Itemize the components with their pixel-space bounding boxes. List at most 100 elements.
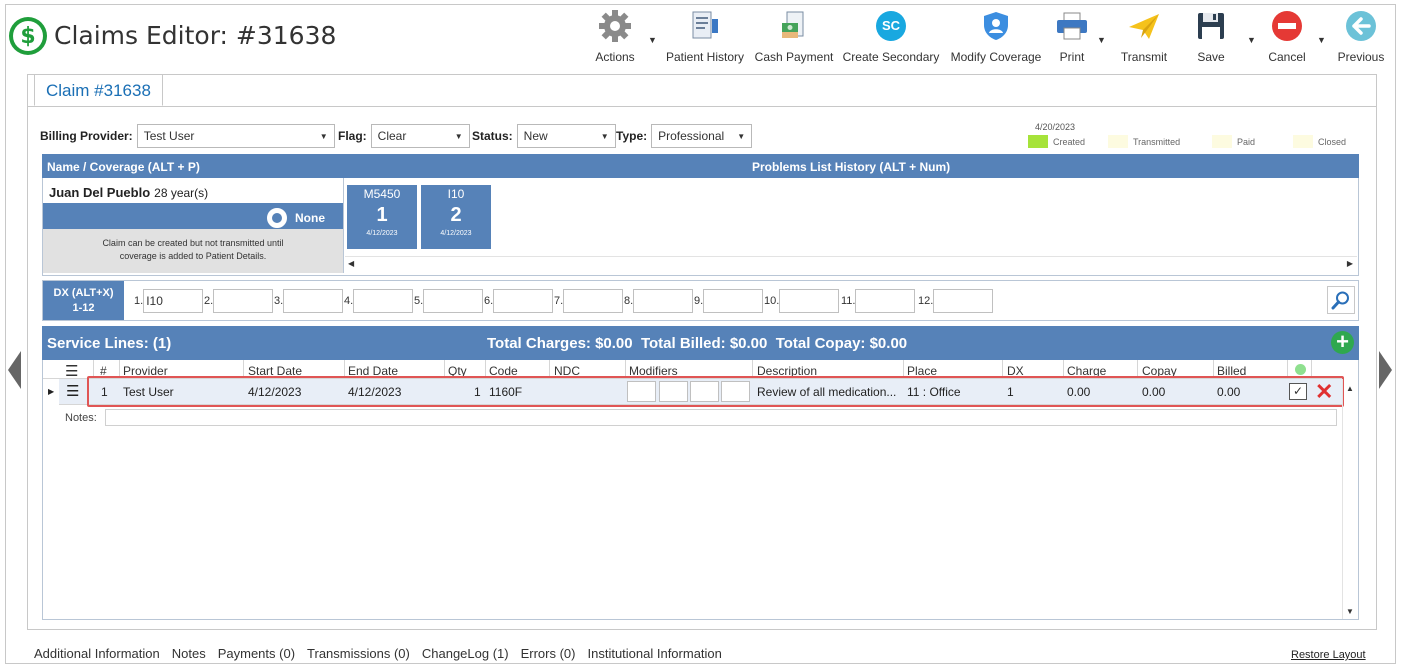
coverage-value: None — [295, 211, 325, 225]
chevron-down-icon: ▼ — [319, 131, 328, 141]
problems-scrollbar[interactable]: ◀ ▶ — [345, 256, 1357, 271]
scroll-down-icon[interactable]: ▼ — [1343, 607, 1357, 616]
legend-created: Created — [1028, 135, 1085, 148]
scroll-right-icon[interactable]: ▶ — [1347, 259, 1353, 268]
dx-field-10: 10. — [764, 289, 840, 313]
legend-swatch — [1293, 135, 1313, 148]
chevron-down-icon: ▼ — [600, 131, 609, 141]
dx-input[interactable] — [855, 289, 916, 313]
logo-glyph: $ — [13, 21, 43, 51]
dx-input[interactable] — [563, 289, 624, 313]
dx-number: 7. — [554, 295, 564, 307]
dx-input[interactable] — [423, 289, 484, 313]
tab-errors[interactable]: Errors (0) — [521, 646, 576, 661]
tab-notes[interactable]: Notes — [172, 646, 206, 661]
actions-dropdown-icon[interactable]: ▼ — [648, 35, 657, 45]
dx-input[interactable] — [933, 289, 994, 313]
legend-label: Paid — [1237, 136, 1256, 147]
tab-payments[interactable]: Payments (0) — [218, 646, 295, 661]
patient-problems-header: Name / Coverage (ALT + P) Problems List … — [42, 154, 1359, 178]
cancel-dropdown-icon[interactable]: ▼ — [1317, 35, 1326, 45]
row-menu-icon[interactable]: ☰ — [66, 382, 79, 400]
tab-additional-information[interactable]: Additional Information — [34, 646, 160, 661]
billing-provider-select[interactable]: Test User ▼ — [136, 124, 335, 148]
no-entry-icon — [1271, 7, 1303, 45]
dx-label-line2: 1-12 — [72, 302, 95, 314]
cancel-button[interactable]: Cancel — [1265, 7, 1309, 67]
grid-scrollbar[interactable]: ▲ ▼ — [1342, 379, 1358, 619]
arrow-left-circle-icon — [1345, 7, 1377, 45]
cash-payment-button[interactable]: Cash Payment — [755, 7, 833, 67]
create-secondary-label: Create Secondary — [842, 50, 940, 64]
patient-history-button[interactable]: Patient History — [664, 7, 746, 67]
dx-field-2: 2. — [204, 289, 274, 313]
previous-claim-arrow-icon[interactable] — [8, 351, 21, 389]
type-select[interactable]: Professional ▼ — [651, 124, 753, 148]
legend-swatch — [1108, 135, 1128, 148]
menu-icon[interactable]: ☰ — [65, 362, 78, 380]
problem-code: I10 — [447, 187, 465, 201]
dx-input[interactable] — [703, 289, 764, 313]
flag-field: Flag: Clear ▼ — [338, 124, 470, 148]
dx-input[interactable] — [213, 289, 274, 313]
tab-changelog[interactable]: ChangeLog (1) — [422, 646, 509, 661]
print-dropdown-icon[interactable]: ▼ — [1097, 35, 1106, 45]
scroll-left-icon[interactable]: ◀ — [348, 259, 354, 268]
notes-input[interactable] — [105, 409, 1337, 426]
next-claim-arrow-icon[interactable] — [1379, 351, 1392, 389]
create-secondary-button[interactable]: SC Create Secondary — [843, 7, 939, 67]
print-button[interactable]: Print — [1052, 7, 1092, 67]
chevron-down-icon: ▼ — [454, 131, 463, 141]
tab-transmissions[interactable]: Transmissions (0) — [307, 646, 410, 661]
dx-field-3: 3. — [274, 289, 344, 313]
dx-input[interactable] — [283, 289, 344, 313]
type-label: Type: — [616, 129, 648, 143]
problem-code: M5450 — [363, 187, 401, 201]
add-service-line-button[interactable]: + — [1331, 331, 1354, 354]
scroll-up-icon[interactable]: ▲ — [1343, 384, 1357, 393]
actions-button[interactable]: Actions — [590, 7, 640, 67]
dx-label: DX (ALT+X) 1-12 — [43, 281, 124, 320]
dollar-logo-icon: $ — [9, 17, 47, 55]
dx-input[interactable]: I10 — [143, 289, 204, 313]
dx-field-12: 12. — [918, 289, 994, 313]
dx-field-6: 6. — [484, 289, 554, 313]
save-dropdown-icon[interactable]: ▼ — [1247, 35, 1256, 45]
restore-layout-link[interactable]: Restore Layout — [1291, 649, 1366, 661]
problem-tile[interactable]: M5450 1 4/12/2023 — [347, 185, 417, 249]
dx-input[interactable] — [353, 289, 414, 313]
tab-institutional-information[interactable]: Institutional Information — [587, 646, 721, 661]
save-button[interactable]: Save — [1193, 7, 1229, 67]
dx-codes-box: DX (ALT+X) 1-12 1. I10 2. 3. 4. 5. 6. 7. 8… — [42, 280, 1359, 321]
status-field: Status: New ▼ — [472, 124, 616, 148]
printer-icon — [1055, 7, 1089, 45]
dx-input[interactable] — [779, 289, 840, 313]
cancel-label: Cancel — [1268, 50, 1306, 64]
dx-field-11: 11. — [841, 289, 916, 313]
problem-tile[interactable]: I10 2 4/12/2023 — [421, 185, 491, 249]
status-select[interactable]: New ▼ — [516, 124, 616, 148]
dx-number: 2. — [204, 295, 214, 307]
previous-button[interactable]: Previous — [1336, 7, 1386, 67]
dx-input[interactable] — [493, 289, 554, 313]
status-value: New — [523, 129, 548, 143]
tab-claim[interactable]: Claim #31638 — [34, 74, 163, 106]
dx-number: 3. — [274, 295, 284, 307]
coverage-message-text: Claim can be created but not transmitted… — [102, 238, 284, 261]
service-lines-header: Service Lines: (1) Total Charges: $0.00 … — [42, 326, 1359, 360]
coverage-status[interactable]: None — [267, 208, 325, 228]
flag-select[interactable]: Clear ▼ — [370, 124, 470, 148]
dx-number: 10. — [764, 295, 780, 307]
search-icon[interactable] — [1327, 286, 1355, 314]
modify-coverage-button[interactable]: Modify Coverage — [949, 7, 1043, 67]
status-dot-icon — [1295, 364, 1306, 375]
type-value: Professional — [658, 129, 725, 143]
billing-provider-value: Test User — [143, 129, 195, 143]
dx-input[interactable] — [633, 289, 694, 313]
dx-field-1: 1. I10 — [134, 289, 204, 313]
legend-label: Transmitted — [1133, 136, 1181, 147]
legend-label: Closed — [1318, 136, 1347, 147]
gear-icon — [598, 7, 632, 45]
modify-coverage-label: Modify Coverage — [950, 50, 1042, 64]
transmit-button[interactable]: Transmit — [1121, 7, 1167, 67]
